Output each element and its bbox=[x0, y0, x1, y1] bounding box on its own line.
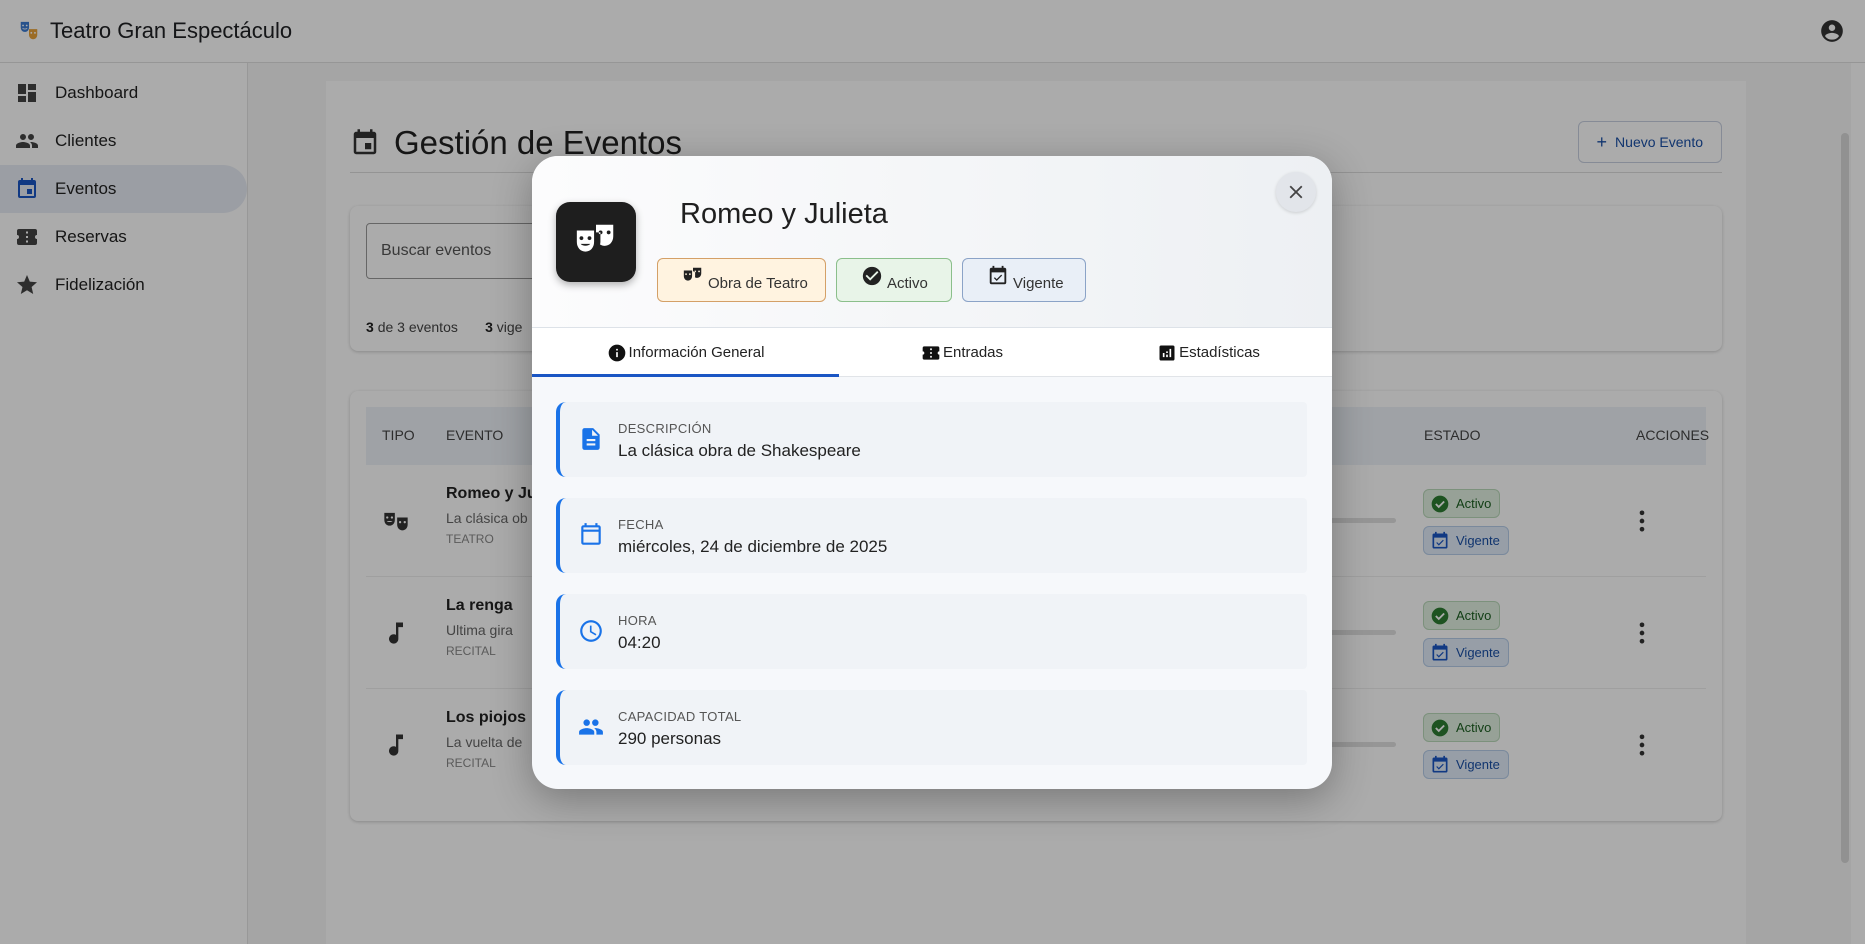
tab-label: Estadísticas bbox=[1179, 344, 1260, 361]
people-icon bbox=[579, 719, 603, 735]
field-label: CAPACIDAD TOTAL bbox=[618, 709, 742, 724]
validity-label: Vigente bbox=[1013, 274, 1064, 292]
close-icon bbox=[1289, 185, 1303, 199]
clock-icon bbox=[580, 620, 602, 642]
status-label: Activo bbox=[887, 274, 928, 292]
field-hora: HORA 04:20 bbox=[556, 594, 1307, 669]
dialog-tabs: Información General Entradas Estadística… bbox=[532, 328, 1332, 377]
dialog-header: Romeo y Julieta Obra de Teatro Activo Vi… bbox=[532, 156, 1332, 328]
validity-chip: Vigente bbox=[962, 258, 1086, 302]
field-value: 290 personas bbox=[618, 729, 722, 748]
field-value: 04:20 bbox=[618, 633, 661, 652]
ticket-icon bbox=[922, 345, 940, 360]
field-capacidad-total: CAPACIDAD TOTAL 290 personas bbox=[556, 690, 1307, 765]
theater-masks-icon bbox=[576, 224, 614, 252]
field-label: FECHA bbox=[618, 517, 664, 532]
active-tab-indicator bbox=[532, 374, 839, 377]
tab-estadisticas[interactable]: Estadísticas bbox=[1085, 328, 1332, 377]
theater-masks-icon bbox=[683, 267, 702, 281]
info-icon bbox=[608, 344, 625, 361]
event-type-avatar bbox=[556, 202, 636, 282]
close-button[interactable] bbox=[1276, 172, 1316, 212]
document-icon bbox=[582, 428, 600, 450]
event-detail-dialog: Romeo y Julieta Obra de Teatro Activo Vi… bbox=[532, 156, 1332, 789]
field-label: HORA bbox=[618, 613, 657, 628]
field-fecha: FECHA miércoles, 24 de diciembre de 2025 bbox=[556, 498, 1307, 573]
field-descripcion: DESCRIPCIÓN La clásica obra de Shakespea… bbox=[556, 402, 1307, 477]
status-chip: Activo bbox=[836, 258, 952, 302]
event-type-label: Obra de Teatro bbox=[708, 274, 808, 292]
tab-entradas[interactable]: Entradas bbox=[839, 328, 1085, 377]
event-available-icon bbox=[989, 265, 1007, 285]
field-label: DESCRIPCIÓN bbox=[618, 421, 712, 436]
field-value: miércoles, 24 de diciembre de 2025 bbox=[618, 537, 888, 556]
check-circle-icon bbox=[862, 266, 882, 286]
tab-informacion-general[interactable]: Información General bbox=[532, 328, 839, 377]
event-type-chip: Obra de Teatro bbox=[657, 258, 826, 302]
calendar-icon bbox=[581, 523, 601, 545]
analytics-icon bbox=[1159, 345, 1175, 360]
tab-label: Información General bbox=[628, 344, 765, 361]
dialog-title: Romeo y Julieta bbox=[680, 198, 888, 230]
tab-label: Entradas bbox=[942, 344, 1004, 361]
field-value: La clásica obra de Shakespeare bbox=[618, 441, 861, 460]
